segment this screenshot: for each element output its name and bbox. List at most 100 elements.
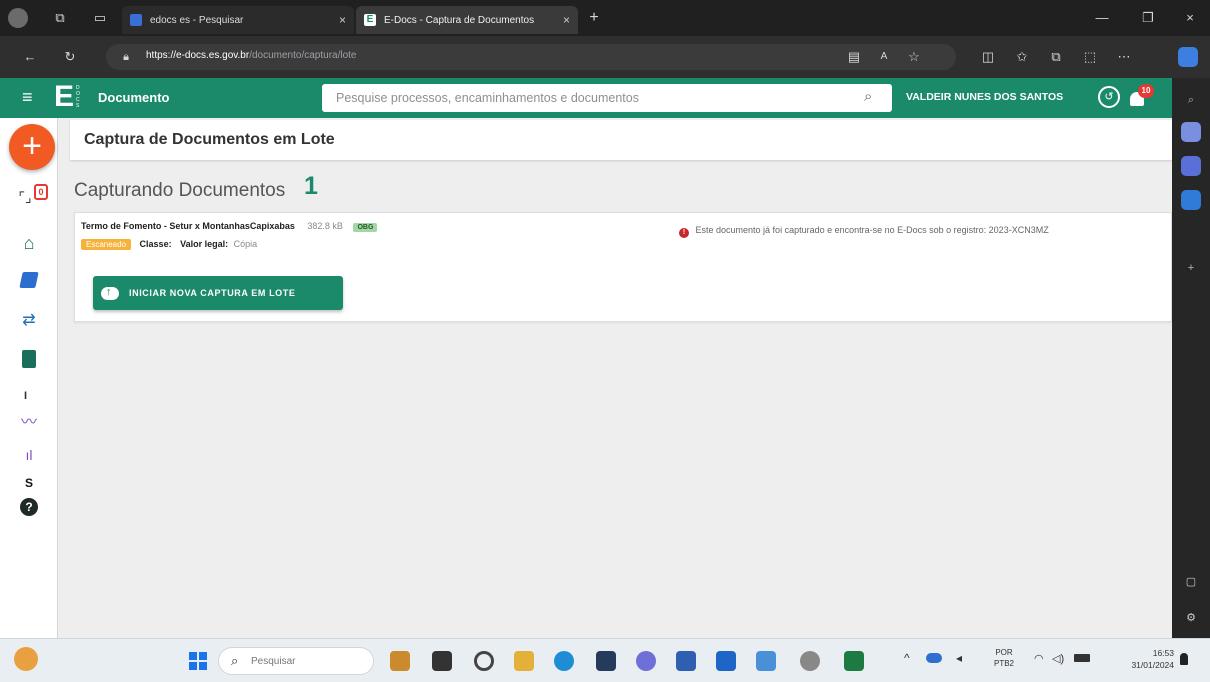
- menu-icon[interactable]: ≡: [22, 87, 33, 107]
- close-tab-icon[interactable]: ×: [563, 13, 570, 27]
- user-name[interactable]: VALDEIR NUNES DOS SANTOS: [906, 91, 1063, 103]
- volume-icon[interactable]: ◁): [1052, 652, 1064, 665]
- sidebar-search-icon[interactable]: ⌕: [1181, 90, 1201, 110]
- notifications-button[interactable]: 10: [1130, 84, 1154, 108]
- url-field[interactable]: 🔒︎ https://e-docs.es.gov.br/documento/ca…: [106, 44, 956, 70]
- collections-icon[interactable]: ⧉: [1046, 47, 1066, 67]
- onedrive-icon[interactable]: [926, 653, 942, 663]
- language-indicator[interactable]: POR PTB2: [994, 647, 1014, 669]
- bar-chart-icon[interactable]: ıl: [18, 444, 40, 466]
- error-icon: !: [679, 228, 689, 238]
- global-search: ⌕: [322, 84, 892, 112]
- outlook-taskbar-icon[interactable]: [676, 651, 696, 671]
- windows-taskbar: ⌕ Pesquisar ^ ◂ POR PTB2 ◠ ◁) 16:53 31/0…: [0, 638, 1210, 682]
- sidebar-tools-icon[interactable]: [1181, 122, 1201, 142]
- profile-avatar-icon[interactable]: [8, 8, 28, 28]
- split-screen-icon[interactable]: ◫: [978, 47, 998, 67]
- section-count: 1: [304, 172, 318, 200]
- settings-taskbar-icon[interactable]: [800, 651, 820, 671]
- valor-legal-label: Valor legal:: [180, 239, 229, 249]
- tab-actions-icon[interactable]: ▭: [90, 8, 110, 28]
- more-icon[interactable]: ⋯: [1114, 47, 1134, 67]
- clock-time: 16:53: [1152, 648, 1174, 658]
- store-icon[interactable]: [596, 651, 616, 671]
- keyboard-layout: PTB2: [994, 659, 1015, 668]
- extensions-icon[interactable]: ⬚: [1080, 47, 1100, 67]
- home-icon[interactable]: ⌂: [18, 232, 40, 254]
- status-badge: Escaneado: [81, 239, 132, 250]
- lock-icon[interactable]: 🔒︎: [116, 47, 136, 67]
- tray-app-icon[interactable]: ◂: [956, 651, 962, 665]
- file-explorer-icon[interactable]: [390, 651, 410, 671]
- tray-overflow-icon[interactable]: ^: [904, 651, 910, 665]
- clock[interactable]: 16:53 31/01/2024: [1126, 647, 1174, 671]
- new-tab-icon[interactable]: +: [584, 8, 604, 28]
- tab-label: edocs es - Pesquisar: [150, 14, 244, 26]
- line-chart-icon[interactable]: 〰: [18, 412, 40, 434]
- taskbar-search-placeholder: Pesquisar: [251, 656, 296, 667]
- wifi-icon[interactable]: ◠: [1034, 652, 1044, 665]
- tab-edocs-search[interactable]: edocs es - Pesquisar ×: [122, 6, 354, 34]
- notification-bell-icon[interactable]: [1180, 653, 1188, 665]
- workspaces-icon[interactable]: ⧉: [50, 8, 70, 28]
- search-input[interactable]: [322, 84, 842, 112]
- excel-icon[interactable]: [844, 651, 864, 671]
- new-batch-capture-label: INICIAR NOVA CAPTURA EM LOTE: [129, 288, 296, 298]
- document-name[interactable]: Termo de Fomento - Setur x MontanhasCapi…: [81, 221, 295, 231]
- reader-mode-icon[interactable]: ▤: [844, 47, 864, 67]
- close-tab-icon[interactable]: ×: [339, 13, 346, 27]
- add-fab-button[interactable]: +: [9, 124, 55, 170]
- taskbar-search[interactable]: ⌕ Pesquisar: [218, 647, 374, 675]
- sidebar-outlook-icon[interactable]: [1181, 190, 1201, 210]
- classe-label: Classe:: [139, 239, 172, 249]
- battery-icon[interactable]: [1074, 654, 1090, 662]
- sidebar-layout-icon[interactable]: ▢: [1181, 572, 1201, 592]
- weather-icon[interactable]: [14, 647, 38, 671]
- capture-icon[interactable]: ⌜⌟: [14, 186, 36, 208]
- search-icon[interactable]: ⌕: [864, 88, 872, 105]
- logo-letter: E: [54, 80, 75, 113]
- copilot-taskbar-icon[interactable]: [636, 651, 656, 671]
- read-aloud-icon[interactable]: A: [874, 47, 894, 67]
- new-batch-capture-button[interactable]: INICIAR NOVA CAPTURA EM LOTE: [93, 276, 343, 310]
- document-file-icon[interactable]: [18, 350, 40, 372]
- minimize-icon[interactable]: —: [1092, 8, 1112, 28]
- transfer-icon[interactable]: ⇄: [18, 310, 40, 332]
- tab-edocs-captura[interactable]: E E-Docs - Captura de Documentos ×: [356, 6, 578, 34]
- page-title: Captura de Documentos em Lote: [84, 131, 335, 148]
- sidebar-games-icon[interactable]: [1181, 156, 1201, 176]
- edge-sidebar: ⌕ + ▢ ⚙: [1172, 78, 1210, 638]
- folder-icon[interactable]: [514, 651, 534, 671]
- chat-icon[interactable]: [474, 651, 494, 671]
- taskbar-search-icon: ⌕: [231, 653, 239, 668]
- terminal-icon[interactable]: [432, 651, 452, 671]
- favorites-icon[interactable]: ✩: [1012, 47, 1032, 67]
- help-icon[interactable]: ?: [18, 496, 40, 518]
- documents-stack-icon[interactable]: [18, 272, 40, 294]
- browser-tab-bar: ⧉ ▭ edocs es - Pesquisar × E E-Docs - Ca…: [0, 0, 1210, 36]
- refresh-icon[interactable]: ↻: [60, 47, 80, 67]
- copilot-icon[interactable]: [1178, 47, 1198, 67]
- document-tag: OBG: [353, 223, 378, 232]
- edocs-logo[interactable]: E DOCS: [54, 80, 84, 114]
- sidebar-settings-icon[interactable]: ⚙: [1181, 608, 1201, 628]
- remote-desktop-icon[interactable]: [756, 651, 776, 671]
- page-title-bar: Captura de Documentos em Lote: [70, 120, 1172, 160]
- logo-sub: DOCS: [76, 85, 80, 109]
- start-icon[interactable]: [188, 651, 208, 671]
- edge-icon[interactable]: [554, 651, 574, 671]
- capture-count-badge: 0: [34, 184, 48, 200]
- restore-icon[interactable]: ❐: [1138, 8, 1158, 28]
- valor-legal-value: Cópia: [233, 239, 258, 249]
- nav-section-s: S: [25, 476, 34, 490]
- sidebar-add-icon[interactable]: +: [1181, 258, 1201, 278]
- left-nav: ⌜⌟ 0 ⌂ ⇄ I 〰 ıl S ?: [0, 118, 58, 638]
- history-icon[interactable]: ↺: [1098, 86, 1120, 108]
- favorite-star-icon[interactable]: ☆: [904, 47, 924, 67]
- back-icon[interactable]: ←: [20, 47, 40, 67]
- app-header: ≡ E DOCS Documento ⌕ VALDEIR NUNES DOS S…: [0, 78, 1172, 118]
- teams-icon[interactable]: [716, 651, 736, 671]
- close-window-icon[interactable]: ×: [1180, 8, 1200, 28]
- bing-favicon-icon: [130, 14, 142, 26]
- edocs-favicon-icon: E: [364, 14, 376, 26]
